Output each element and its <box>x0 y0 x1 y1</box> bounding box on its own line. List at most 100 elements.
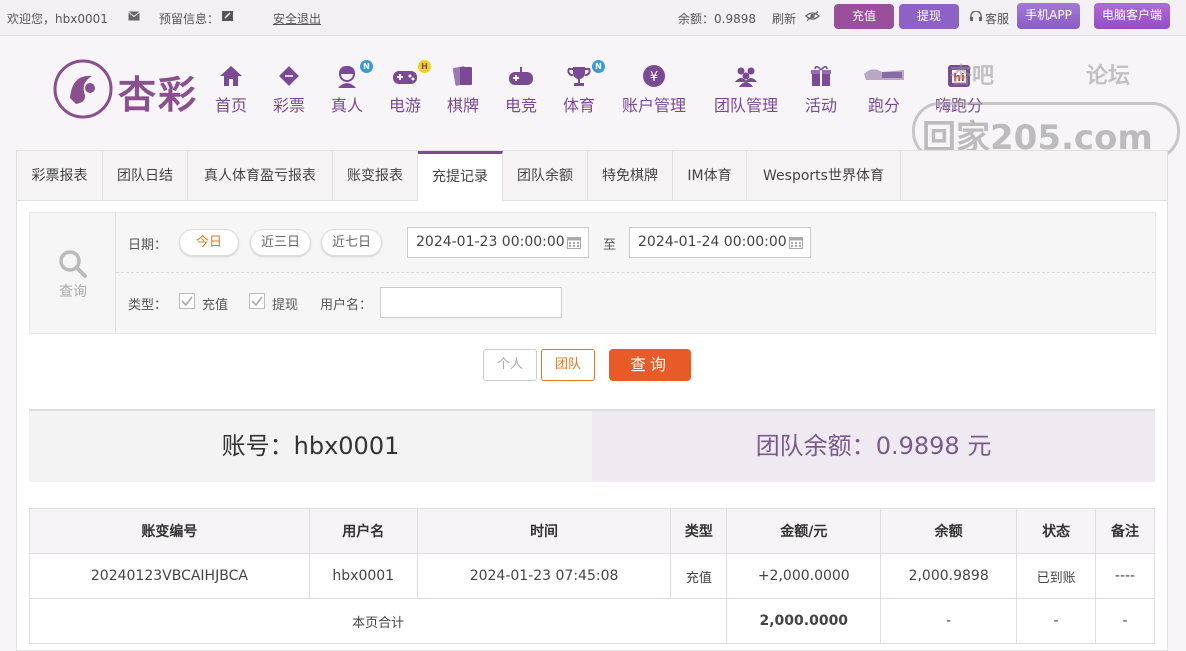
col-header-time: 时间 <box>416 508 672 554</box>
balance-display: 余额：0.9898 <box>678 10 756 27</box>
cell-note: ---- <box>1095 553 1155 599</box>
total-note: - <box>1095 598 1155 644</box>
reserved-info-label: 预留信息： <box>159 12 220 26</box>
total-amount: 2,000.0000 <box>726 598 882 644</box>
col-header-note: 备注 <box>1095 508 1155 554</box>
end-date-input[interactable]: 2024-01-24 00:00:00 <box>629 227 811 258</box>
tab-special-cards[interactable]: 特免棋牌 <box>588 151 673 201</box>
cards-icon <box>452 66 472 86</box>
col-header-status: 状态 <box>1016 508 1097 554</box>
nav-label: 账户管理 <box>621 96 686 115</box>
nav-item-esports[interactable]: 电竞 <box>503 64 539 116</box>
nav-label: 彩票 <box>272 96 305 115</box>
top-bar: 欢迎您，hbx0001 预留信息： 安全退出 余额：0.9898 刷新 充值 提… <box>0 0 1186 36</box>
brand-logo[interactable]: 杏彩 <box>52 58 208 120</box>
calendar-icon[interactable] <box>567 236 581 249</box>
col-header-balance: 余额 <box>880 508 1018 554</box>
withdraw-button[interactable]: 提现 <box>899 4 959 29</box>
cell-id: 20240123VBCAIHJBCA <box>29 553 310 599</box>
team-balance-label: 团队余额： <box>755 432 876 460</box>
withdraw-checkbox-label: 提现 <box>272 298 299 313</box>
range-seven-days-button[interactable]: 近七日 <box>321 229 382 256</box>
range-today-button[interactable]: 今日 <box>179 229 239 256</box>
query-side-label: 查询 <box>59 284 87 300</box>
nav-label: 棋牌 <box>446 96 479 115</box>
nav-item-run-score[interactable]: 跑分 <box>862 64 906 116</box>
new-badge: N <box>360 60 373 73</box>
check-icon <box>181 296 193 307</box>
tab-account-change[interactable]: 账变报表 <box>333 151 418 201</box>
edit-icon[interactable] <box>222 11 234 21</box>
svg-text:¥: ¥ <box>650 70 658 85</box>
report-panel: 彩票报表 团队日结 真人体育盈亏报表 账变报表 充提记录 团队余额 特免棋牌 I… <box>16 150 1168 651</box>
account-summary: 账号：hbx0001 <box>29 411 592 482</box>
personal-button[interactable]: 个人 <box>483 349 537 381</box>
col-header-id: 账变编号 <box>29 508 310 554</box>
summary-bar: 账号：hbx0001 团队余额：0.9898 元 <box>29 409 1155 482</box>
mail-icon[interactable] <box>128 11 140 21</box>
run-score-icon <box>864 69 904 80</box>
end-date-value: 2024-01-24 00:00:00 <box>638 234 787 250</box>
tab-wesports[interactable]: Wesports世界体育 <box>747 151 901 201</box>
nav-item-live[interactable]: N 真人 <box>329 60 373 116</box>
nav-label: 电游 <box>388 96 421 115</box>
account-label: 账号： <box>221 432 294 460</box>
refresh-link[interactable]: 刷新 <box>772 10 796 27</box>
headset-icon[interactable] <box>970 11 982 21</box>
eye-hidden-icon[interactable] <box>805 11 820 21</box>
withdraw-checkbox[interactable] <box>249 293 265 309</box>
query-side: 查询 <box>30 213 116 333</box>
table-row: 20240123VBCAIHJBCA hbx0001 2024-01-23 07… <box>29 553 1155 599</box>
welcome-text: 欢迎您，hbx0001 <box>7 12 108 26</box>
calendar-icon[interactable] <box>789 236 803 249</box>
nav-item-sports[interactable]: N 体育 <box>561 60 605 116</box>
team-balance-summary: 团队余额：0.9898 元 <box>592 411 1155 482</box>
team-button[interactable]: 团队 <box>541 349 595 381</box>
total-balance: - <box>880 598 1018 644</box>
tab-im-sports[interactable]: IM体育 <box>673 151 747 201</box>
tab-live-sports-pnl[interactable]: 真人体育盈亏报表 <box>188 151 333 201</box>
team-balance-value: 0.9898 <box>875 432 960 460</box>
tab-lottery-report[interactable]: 彩票报表 <box>17 151 103 201</box>
check-icon <box>251 296 263 307</box>
logout-link[interactable]: 安全退出 <box>273 10 321 27</box>
col-header-amount: 金额/元 <box>726 508 882 554</box>
deposit-checkbox-label: 充值 <box>202 298 229 313</box>
nav-item-home[interactable]: 首页 <box>213 64 249 116</box>
nav-label: 跑分 <box>867 96 900 115</box>
start-date-input[interactable]: 2024-01-23 00:00:00 <box>407 227 589 258</box>
nav-item-cards[interactable]: 棋牌 <box>445 64 481 116</box>
username-input[interactable] <box>380 287 562 318</box>
nav-item-activity[interactable]: 活动 <box>803 64 839 116</box>
search-filters: 查询 日期： 今日 近三日 近七日 2024-01-23 00:00:00 至 … <box>29 212 1156 334</box>
cell-type: 充值 <box>670 553 728 599</box>
type-row: 类型： 充值 提现 用户名： <box>116 273 1155 333</box>
tab-team-daily[interactable]: 团队日结 <box>103 151 188 201</box>
total-status: - <box>1016 598 1097 644</box>
cell-time: 2024-01-23 07:45:08 <box>416 553 672 599</box>
type-label: 类型： <box>128 298 168 313</box>
nav-label: 首页 <box>214 96 247 115</box>
nav-item-account[interactable]: ¥ 账户管理 <box>619 64 689 116</box>
tab-deposit-withdraw[interactable]: 充提记录 <box>418 151 503 202</box>
query-button[interactable]: 查询 <box>609 349 691 381</box>
range-three-days-button[interactable]: 近三日 <box>250 229 311 256</box>
table-total-row: 本页合计 2,000.0000 - - - <box>28 598 1155 644</box>
mobile-app-button[interactable]: 手机APP <box>1017 3 1080 29</box>
nav-label: 体育 <box>562 96 595 115</box>
nav-item-team[interactable]: 团队管理 <box>711 64 781 116</box>
pc-client-button[interactable]: 电脑客户端 <box>1094 3 1170 29</box>
start-date-value: 2024-01-23 00:00:00 <box>416 234 565 250</box>
team-balance-unit: 元 <box>967 432 992 460</box>
tab-team-balance[interactable]: 团队余额 <box>503 151 588 201</box>
new-badge: N <box>592 60 605 73</box>
trophy-icon <box>567 67 591 86</box>
deposit-checkbox[interactable] <box>179 293 195 309</box>
home-icon <box>220 66 242 86</box>
nav-item-slots[interactable]: H 电游 <box>387 60 431 116</box>
customer-service-link[interactable]: 客服 <box>985 10 1009 27</box>
nav-item-lottery[interactable]: 彩票 <box>271 64 307 116</box>
balance-value: 0.9898 <box>714 12 757 26</box>
main-header: 杏彩 首页 彩票 N 真人 H 电游 棋牌 电竞 N 体育 ¥ 账户管理 团队管… <box>0 36 1186 160</box>
deposit-button[interactable]: 充值 <box>834 4 894 29</box>
